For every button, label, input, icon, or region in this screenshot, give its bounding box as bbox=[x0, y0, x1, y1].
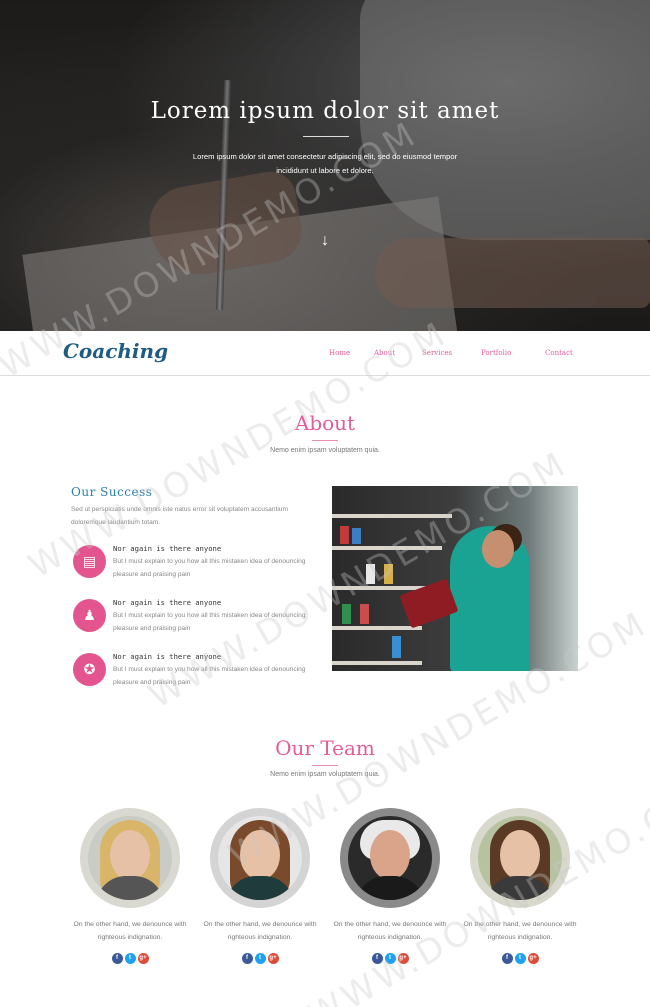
member-text: On the other hand, we denounce with righ… bbox=[203, 921, 317, 941]
hero-subtitle: Lorem ipsum dolor sit amet consectetur a… bbox=[192, 152, 458, 175]
facebook-icon[interactable]: f bbox=[501, 953, 513, 964]
presentation-board-icon: ▤ bbox=[73, 545, 106, 578]
google-plus-icon[interactable]: g+ bbox=[137, 953, 149, 964]
about-subtitle: Nemo enim ipsam voluptatem quia. bbox=[270, 447, 380, 454]
avatar bbox=[218, 816, 302, 900]
feature-title: Nor again is there anyone bbox=[113, 652, 222, 661]
social-links: f t g+ bbox=[455, 946, 585, 964]
about-title: About bbox=[294, 411, 356, 435]
google-plus-icon[interactable]: g+ bbox=[397, 953, 409, 964]
success-text: Sed ut perspiciatis unde omnis iste natu… bbox=[71, 506, 288, 526]
twitter-icon[interactable]: t bbox=[514, 953, 526, 964]
team-divider bbox=[312, 765, 338, 766]
award-ribbon-icon: ✪ bbox=[73, 653, 106, 686]
avatar bbox=[88, 816, 172, 900]
navbar: Coaching Home About Services Portfolio C… bbox=[0, 331, 650, 376]
facebook-icon[interactable]: f bbox=[241, 953, 253, 964]
library-photo bbox=[332, 486, 578, 671]
nav-home[interactable]: Home bbox=[329, 349, 350, 357]
nav-about[interactable]: About bbox=[374, 349, 395, 357]
social-links: f t g+ bbox=[325, 946, 455, 964]
nav-portfolio[interactable]: Portfolio bbox=[481, 349, 511, 357]
feature-title: Nor again is there anyone bbox=[113, 598, 222, 607]
feature-text: But I must explain to you how all this m… bbox=[113, 612, 306, 632]
member-text: On the other hand, we denounce with righ… bbox=[73, 921, 187, 941]
feature-item: ▤ Nor again is there anyone But I must e… bbox=[73, 544, 323, 585]
facebook-icon[interactable]: f bbox=[111, 953, 123, 964]
success-title: Our Success bbox=[71, 485, 153, 499]
hero-banner: Lorem ipsum dolor sit amet Lorem ipsum d… bbox=[0, 0, 650, 331]
hero-divider bbox=[303, 136, 349, 137]
avatar bbox=[348, 816, 432, 900]
nav-contact[interactable]: Contact bbox=[545, 349, 573, 357]
facebook-icon[interactable]: f bbox=[371, 953, 383, 964]
twitter-icon[interactable]: t bbox=[384, 953, 396, 964]
feature-text: But I must explain to you how all this m… bbox=[113, 558, 306, 578]
hero-title: Lorem ipsum dolor sit amet bbox=[150, 98, 500, 124]
about-divider bbox=[312, 440, 338, 441]
member-text: On the other hand, we denounce with righ… bbox=[463, 921, 577, 941]
feature-title: Nor again is there anyone bbox=[113, 544, 222, 553]
twitter-icon[interactable]: t bbox=[124, 953, 136, 964]
avatar bbox=[478, 816, 562, 900]
team-member: On the other hand, we denounce with righ… bbox=[325, 808, 455, 968]
social-links: f t g+ bbox=[65, 946, 195, 964]
team-title: Our Team bbox=[275, 736, 375, 760]
team-member: On the other hand, we denounce with righ… bbox=[455, 808, 585, 968]
team-subtitle: Nemo enim ipsam voluptatem quia. bbox=[270, 771, 380, 778]
team-member: On the other hand, we denounce with righ… bbox=[195, 808, 325, 968]
twitter-icon[interactable]: t bbox=[254, 953, 266, 964]
graduate-user-icon: ♟ bbox=[73, 599, 106, 632]
logo[interactable]: Coaching bbox=[63, 339, 168, 363]
social-links: f t g+ bbox=[195, 946, 325, 964]
arrow-down-icon[interactable]: ↓ bbox=[316, 231, 334, 251]
google-plus-icon[interactable]: g+ bbox=[527, 953, 539, 964]
feature-text: But I must explain to you how all this m… bbox=[113, 666, 306, 686]
feature-item: ♟ Nor again is there anyone But I must e… bbox=[73, 598, 323, 639]
google-plus-icon[interactable]: g+ bbox=[267, 953, 279, 964]
member-text: On the other hand, we denounce with righ… bbox=[333, 921, 447, 941]
nav-services[interactable]: Services bbox=[422, 349, 452, 357]
feature-item: ✪ Nor again is there anyone But I must e… bbox=[73, 652, 323, 693]
team-member: On the other hand, we denounce with righ… bbox=[65, 808, 195, 968]
